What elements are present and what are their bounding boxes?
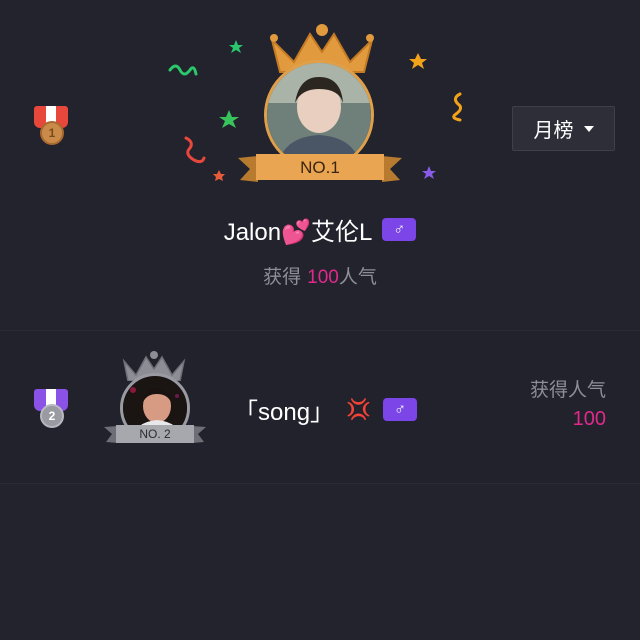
confetti-squiggle-icon	[452, 92, 463, 122]
popularity-prefix: 获得	[263, 266, 302, 288]
medal-rank-number: 2	[40, 404, 64, 428]
confetti-star-icon	[213, 170, 225, 181]
champion-avatar-frame[interactable]: NO.1	[236, 20, 406, 190]
confetti-star-icon	[409, 53, 427, 69]
popularity-value: 100	[572, 408, 606, 430]
rank-2-name[interactable]: 「song」	[234, 392, 334, 427]
champion-section: 1 NO.1 月榜 Jalon💕艾伦L ♂ 获得 100人气	[0, 0, 640, 330]
confetti-squiggle-icon	[184, 136, 206, 164]
popularity-value: 100	[307, 267, 339, 288]
rank-2-popularity: 获得人气 100	[530, 375, 606, 431]
rank-badge-label: NO.1	[300, 158, 340, 177]
popularity-label: 获得人气	[529, 379, 606, 401]
confetti-squiggle-icon	[168, 64, 198, 76]
rank-2-name-row: 「song」 💢 ♂	[234, 392, 417, 427]
rank-2-avatar-frame[interactable]: NO. 2	[104, 351, 206, 447]
anger-emoji-icon: 💢	[346, 399, 371, 421]
period-dropdown-label: 月榜	[533, 118, 574, 142]
popularity-suffix: 人气	[338, 266, 377, 288]
champion-name-row: Jalon💕艾伦L ♂	[0, 212, 640, 247]
male-gender-icon: ♂	[382, 218, 417, 241]
rank-2-medal: 2	[33, 389, 69, 431]
rank-badge-label: NO. 2	[139, 427, 171, 441]
male-gender-icon: ♂	[382, 398, 417, 421]
confetti-star-icon	[422, 166, 436, 179]
period-dropdown[interactable]: 月榜	[512, 106, 615, 151]
divider	[0, 483, 640, 484]
caret-down-icon	[583, 125, 594, 132]
champion-name[interactable]: Jalon💕艾伦L	[224, 212, 373, 247]
champion-popularity: 获得 100人气	[0, 262, 640, 289]
